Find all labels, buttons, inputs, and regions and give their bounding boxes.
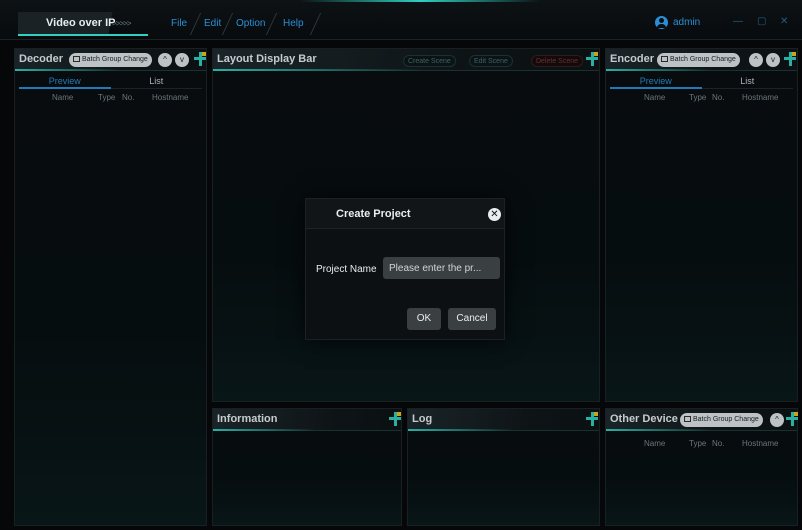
menu-file[interactable]: File: [171, 18, 187, 29]
title-bar-accent: [300, 0, 540, 2]
app-title: Video over IP: [46, 17, 116, 29]
menu-separator: [221, 13, 234, 35]
close-icon[interactable]: ✕: [488, 208, 501, 221]
menu-separator: [265, 13, 278, 35]
close-window-button[interactable]: ✕: [780, 16, 788, 27]
dialog-title: Create Project: [336, 208, 411, 220]
menu-separator: [189, 13, 202, 35]
dialog-header: Create Project ✕: [306, 199, 504, 229]
menu-separator: [309, 13, 322, 35]
ok-button[interactable]: OK: [407, 308, 441, 330]
title-bar: Video over IP >>>>> File Edit Option Hel…: [0, 0, 802, 40]
project-name-input[interactable]: [383, 257, 500, 279]
maximize-button[interactable]: ▢: [757, 16, 766, 27]
user-icon[interactable]: [655, 16, 668, 29]
user-name[interactable]: admin: [673, 17, 700, 28]
create-project-dialog: Create Project ✕ Project Name OK Cancel: [305, 198, 505, 340]
project-name-label: Project Name: [316, 264, 377, 275]
minimize-button[interactable]: —: [733, 16, 743, 27]
menu-help[interactable]: Help: [283, 18, 304, 29]
cancel-button[interactable]: Cancel: [448, 308, 496, 330]
menu-edit[interactable]: Edit: [204, 18, 221, 29]
menu-option[interactable]: Option: [236, 18, 265, 29]
app-title-arrows: >>>>>: [112, 19, 131, 28]
